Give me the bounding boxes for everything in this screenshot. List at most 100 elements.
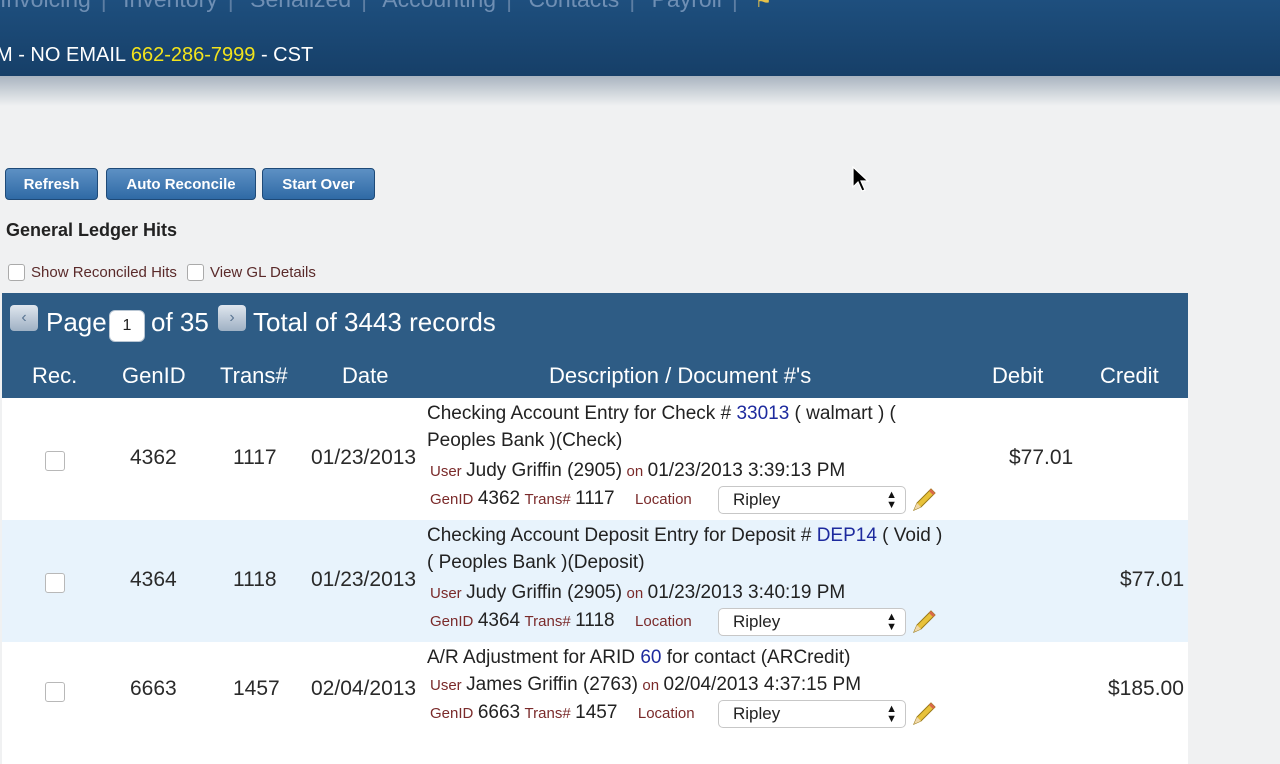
main-nav: Invoicing | Inventory | Serialized | Accoun… [0, 0, 782, 13]
select-arrows-icon: ▲ ▼ [886, 703, 897, 725]
user-name: Judy Griffin (2905) [466, 582, 623, 603]
info-suffix: - CST [260, 44, 314, 66]
nav-item-serialized[interactable]: Serialized [250, 0, 351, 12]
user-label: User [430, 677, 462, 694]
header-shadow [0, 76, 1280, 106]
show-reconciled-checkbox[interactable] [8, 264, 25, 281]
section-title: General Ledger Hits [6, 220, 178, 240]
column-header-rec[interactable]: Rec. [32, 363, 77, 389]
column-header-debit[interactable]: Debit [992, 363, 1043, 389]
table-row: 4362 1117 01/23/2013 Checking Account En… [2, 398, 1188, 520]
refresh-button[interactable]: Refresh [5, 168, 98, 200]
timestamp: 02/04/2013 4:37:15 PM [663, 674, 862, 695]
credit-cell: $77.01 [1120, 568, 1185, 591]
nav-item-inventory[interactable]: Inventory [123, 0, 218, 12]
description-text: Checking Account Entry for Check # [427, 403, 737, 424]
date-cell: 01/23/2013 [311, 568, 417, 591]
genid-label: GenID [430, 705, 474, 722]
trans-value: 1117 [575, 488, 615, 509]
edit-pencil-icon[interactable] [910, 700, 938, 728]
view-gl-label: View GL Details [210, 264, 316, 281]
next-page-icon[interactable]: › [218, 305, 246, 331]
genid-value: 4364 [477, 610, 521, 631]
start-over-button[interactable]: Start Over [262, 168, 375, 200]
on-label: on [626, 463, 644, 480]
location-label: Location [637, 705, 695, 722]
page-number-input[interactable]: 1 [109, 310, 145, 342]
reconcile-checkbox[interactable] [45, 573, 65, 593]
location-value: Ripley [733, 490, 781, 509]
genid-cell: 4364 [130, 568, 177, 591]
description-text: A/R Adjustment for ARID [427, 647, 641, 668]
document-link[interactable]: DEP14 [817, 525, 877, 546]
location-label: Location [635, 613, 692, 630]
view-gl-checkbox[interactable] [187, 264, 204, 281]
location-select[interactable]: Ripley ▲ ▼ [718, 486, 906, 514]
column-header-credit[interactable]: Credit [1100, 363, 1159, 389]
on-label: on [626, 585, 644, 602]
phone-number: 662-286-7999 [130, 44, 256, 66]
trans-cell: 1117 [233, 446, 277, 469]
nav-separator: | [101, 0, 107, 12]
user-line: User James Griffin (2763) on 02/04/2013 … [430, 674, 861, 696]
trans-label: Trans# [524, 705, 571, 722]
genid-cell: 4362 [130, 446, 177, 469]
user-label: User [430, 585, 462, 602]
table-row: 6663 1457 02/04/2013 A/R Adjustment for … [2, 642, 1188, 764]
genid-cell: 6663 [130, 677, 177, 700]
trans-label: Trans# [524, 491, 571, 508]
show-reconciled-option[interactable]: Show Reconciled Hits [8, 264, 177, 281]
nav-separator: | [228, 0, 234, 12]
nav-item-invoicing[interactable]: Invoicing [0, 0, 91, 12]
timestamp: 01/23/2013 3:40:19 PM [647, 582, 846, 603]
column-header-date[interactable]: Date [342, 363, 388, 389]
id-line: GenID 4364 Trans# 1118 Location [430, 610, 692, 632]
user-line: User Judy Griffin (2905) on 01/23/2013 3… [430, 460, 845, 482]
user-label: User [430, 463, 462, 480]
trans-value: 1118 [575, 610, 615, 631]
select-arrows-icon: ▲ ▼ [886, 611, 897, 633]
description-cell: Checking Account Entry for Check # 33013… [427, 400, 947, 454]
top-bar: Invoicing | Inventory | Serialized | Accoun… [0, 0, 1280, 76]
reconcile-checkbox[interactable] [45, 682, 65, 702]
genid-value: 4362 [477, 488, 521, 509]
prev-page-icon[interactable]: ‹ [10, 305, 38, 331]
page-count: of 35 [151, 307, 209, 337]
on-label: on [642, 677, 660, 694]
info-prefix: M - NO EMAIL [0, 44, 126, 66]
id-line: GenID 6663 Trans# 1457 Location [430, 702, 695, 724]
location-value: Ripley [733, 612, 781, 631]
location-select[interactable]: Ripley ▲ ▼ [718, 700, 906, 728]
location-value: Ripley [733, 704, 781, 723]
user-line: User Judy Griffin (2905) on 01/23/2013 3… [430, 582, 845, 604]
nav-item-contacts[interactable]: Contacts [528, 0, 619, 12]
nav-separator: | [506, 0, 512, 12]
page-label: Page [46, 307, 107, 337]
mouse-cursor-icon [852, 166, 870, 192]
trans-label: Trans# [524, 613, 571, 630]
credit-cell: $185.00 [1108, 677, 1184, 700]
view-gl-option[interactable]: View GL Details [187, 264, 316, 281]
column-header-trans[interactable]: Trans# [220, 363, 288, 389]
nav-separator: | [629, 0, 635, 12]
home-icon[interactable]: ⚑ [754, 0, 772, 12]
user-name: James Griffin (2763) [466, 674, 638, 695]
location-select[interactable]: Ripley ▲ ▼ [718, 608, 906, 636]
genid-label: GenID [430, 491, 474, 508]
auto-reconcile-button[interactable]: Auto Reconcile [106, 168, 256, 200]
description-cell: A/R Adjustment for ARID 60 for contact (… [427, 644, 947, 671]
document-link[interactable]: 60 [640, 647, 661, 668]
genid-label: GenID [430, 613, 474, 630]
edit-pencil-icon[interactable] [910, 486, 938, 514]
document-link[interactable]: 33013 [736, 403, 789, 424]
nav-item-payroll[interactable]: Payroll [652, 0, 722, 12]
contact-info-line: M - NO EMAIL 662-286-7999 - CST [0, 44, 313, 67]
nav-item-accounting[interactable]: Accounting [382, 0, 496, 12]
edit-pencil-icon[interactable] [910, 608, 938, 636]
reconcile-checkbox[interactable] [45, 451, 65, 471]
description-text: for contact (ARCredit) [661, 647, 851, 668]
column-header-description[interactable]: Description / Document #'s [549, 363, 811, 389]
total-records: Total of 3443 records [253, 307, 496, 337]
trans-cell: 1457 [233, 677, 280, 700]
column-header-genid[interactable]: GenID [122, 363, 186, 389]
